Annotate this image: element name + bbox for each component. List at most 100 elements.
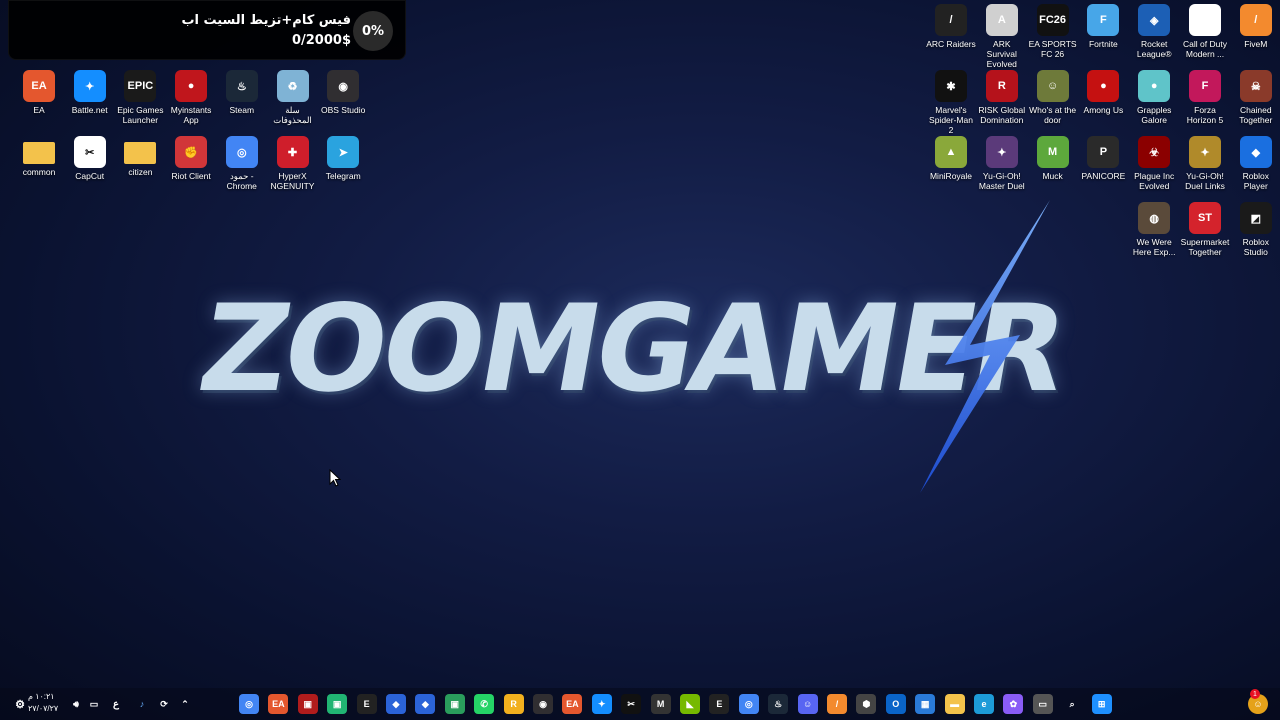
desktop-shortcut[interactable]: ◩ Roblox Studio xyxy=(1231,202,1280,257)
chrome-taskbar-icon[interactable]: ◎ xyxy=(239,694,259,714)
chevron-up-icon[interactable]: ⌃ xyxy=(175,694,195,714)
desktop-shortcut[interactable]: Call of Duty Modern ... xyxy=(1180,4,1230,59)
app-taskbar-icon[interactable]: ⬢ xyxy=(856,694,877,714)
notification-badge: 1 xyxy=(1250,689,1260,699)
desktop-shortcut[interactable]: ✦ Yu-Gi-Oh! Master Duel xyxy=(977,136,1027,191)
app-taskbar-icon[interactable]: ▣ xyxy=(444,694,465,714)
desktop-shortcut[interactable]: ☣ Plague Inc Evolved xyxy=(1129,136,1179,191)
desktop-shortcut[interactable]: ● Grapples Galore xyxy=(1129,70,1179,125)
desktop-shortcut[interactable]: ♨ Steam xyxy=(217,70,267,115)
yugioh-master-icon: ✦ xyxy=(985,136,1018,168)
desktop-shortcut[interactable]: FC26 EA SPORTS FC 26 xyxy=(1028,4,1078,59)
desktop-shortcut[interactable]: / ARC Raiders xyxy=(926,4,976,49)
folder-icon xyxy=(23,142,55,164)
chained-icon: ☠ xyxy=(1239,70,1272,102)
panicore-icon: P xyxy=(1087,136,1120,168)
roblox-taskbar-icon[interactable]: ◆ xyxy=(386,694,406,714)
desktop-shortcut[interactable]: A ARK Survival Evolved xyxy=(977,4,1027,69)
desktop-shortcut[interactable]: ◍ We Were Here Exp... xyxy=(1129,202,1179,257)
clock-time[interactable]: ١٠:٢١ م xyxy=(28,692,55,701)
app-taskbar-icon[interactable]: ▣ xyxy=(327,694,348,714)
desktop-shortcut[interactable]: P PANICORE xyxy=(1078,136,1128,181)
desktop-shortcut[interactable]: / FiveM xyxy=(1231,4,1280,49)
outlook-taskbar-icon[interactable]: O xyxy=(885,694,906,714)
roblox-studio-icon: ◩ xyxy=(1239,202,1272,234)
desktop-shortcut[interactable]: ◆ Roblox Player xyxy=(1231,136,1280,191)
capcut-taskbar-icon[interactable]: ✂ xyxy=(621,694,642,714)
edge-taskbar-icon[interactable]: e xyxy=(974,694,994,714)
desktop-shortcut[interactable]: ✦ Battle.net xyxy=(65,70,115,115)
desktop-shortcut[interactable]: ● Myinstants App xyxy=(166,70,216,125)
desktop-shortcut[interactable]: ✦ Yu-Gi-Oh! Duel Links xyxy=(1180,136,1230,191)
taskview-taskbar-icon[interactable]: ▭ xyxy=(1032,694,1053,714)
desktop-shortcut[interactable]: ☺ Who's at the door xyxy=(1028,70,1078,125)
desktop-shortcut-label: OBS Studio xyxy=(320,105,366,115)
copilot-taskbar-icon[interactable]: ✿ xyxy=(1003,694,1024,714)
taskbar: ⚙ ١٠:٢١ م ٢٧/٠٧/٢٧ 🔊︎ ▭ ع ♪ ⟳ ⌃ ◎ EA ▣ ▣ E ◆ ◆… xyxy=(0,688,1280,720)
search-icon[interactable]: ⌕ xyxy=(1062,694,1082,714)
supermarket-icon: ST xyxy=(1189,202,1221,234)
desktop-shortcut[interactable]: common xyxy=(14,136,64,177)
desktop-shortcut-label: Marvel's Spider-Man 2 xyxy=(929,105,973,135)
epic-taskbar-icon[interactable]: E xyxy=(356,694,377,714)
epic-taskbar-icon[interactable]: E xyxy=(709,694,730,714)
app-taskbar-icon[interactable]: ▣ xyxy=(297,694,318,714)
desktop-shortcut[interactable]: ● Among Us xyxy=(1078,70,1128,115)
desktop-shortcut[interactable]: ✱ Marvel's Spider-Man 2 xyxy=(926,70,976,135)
desktop-shortcut[interactable]: EPIC Epic Games Launcher xyxy=(115,70,165,125)
chrome-taskbar-icon[interactable]: ◎ xyxy=(738,694,759,714)
weather-icon[interactable]: ⚙ xyxy=(10,694,30,714)
desktop-shortcut[interactable]: ✚ HyperX NGENUITY xyxy=(268,136,318,191)
ea-taskbar-icon[interactable]: EA xyxy=(268,694,289,714)
desktop-shortcut-label: ARC Raiders xyxy=(926,39,976,49)
desktop-shortcut-label: Chained Together xyxy=(1239,105,1273,125)
desktop-shortcut[interactable]: ➤ Telegram xyxy=(318,136,368,181)
yugioh-links-icon: ✦ xyxy=(1189,136,1221,168)
sync-icon[interactable]: ⟳ xyxy=(154,694,174,714)
desktop-shortcut-label: حمود - Chrome xyxy=(226,171,257,191)
desktop-shortcut[interactable]: F Forza Horizon 5 xyxy=(1180,70,1230,125)
explorer-taskbar-icon[interactable]: ▬ xyxy=(944,694,965,714)
network-icon[interactable]: ▭ xyxy=(84,694,104,714)
nvidia-taskbar-icon[interactable]: ◣ xyxy=(680,694,700,714)
volume-icon[interactable]: 🔊︎ xyxy=(66,694,86,714)
desktop-shortcut[interactable]: ◎ حمود - Chrome xyxy=(217,136,267,191)
store-taskbar-icon[interactable]: ▦ xyxy=(915,694,936,714)
plague-icon: ☣ xyxy=(1138,136,1171,168)
forza-icon: F xyxy=(1189,70,1221,102)
roblox-taskbar-icon[interactable]: ◆ xyxy=(415,694,436,714)
chrome-icon: ◎ xyxy=(225,136,258,168)
ark-icon: A xyxy=(985,4,1018,36)
desktop-shortcut-label: Supermarket Together xyxy=(1180,237,1230,257)
desktop-shortcut[interactable]: ✊ Riot Client xyxy=(166,136,216,181)
desktop-shortcut[interactable]: EA EA xyxy=(14,70,64,115)
desktop-shortcut[interactable]: ♻ سلة المحذوفات xyxy=(268,70,318,125)
whatsapp-taskbar-icon[interactable]: ✆ xyxy=(474,694,495,714)
obs-taskbar-icon[interactable]: ◉ xyxy=(533,694,553,714)
battlenet-taskbar-icon[interactable]: ✦ xyxy=(591,694,612,714)
microphone-icon[interactable]: ♪ xyxy=(132,694,152,714)
desktop-shortcut[interactable]: citizen xyxy=(115,136,165,177)
riot-icon: ✊ xyxy=(175,136,208,168)
desktop-shortcut-label: Telegram xyxy=(325,171,361,181)
desktop-shortcut[interactable]: M Muck xyxy=(1028,136,1078,181)
input-language[interactable]: ع xyxy=(106,694,126,714)
rockstar-taskbar-icon[interactable]: R xyxy=(503,694,524,714)
discord-taskbar-icon[interactable]: ☺ xyxy=(797,694,818,714)
desktop-shortcut[interactable]: ▲ MiniRoyale xyxy=(926,136,976,181)
desktop-shortcut-label: ARK Survival Evolved xyxy=(986,39,1017,69)
windows-start-icon[interactable]: ⊞ xyxy=(1091,694,1112,714)
desktop-shortcut[interactable]: ST Supermarket Together xyxy=(1180,202,1230,257)
desktop-shortcut[interactable]: ◈ Rocket League® xyxy=(1129,4,1179,59)
desktop-shortcut[interactable]: ✂ CapCut xyxy=(65,136,115,181)
desktop-shortcut[interactable]: ☠ Chained Together xyxy=(1231,70,1280,125)
desktop-shortcut[interactable]: ◉ OBS Studio xyxy=(318,70,368,115)
fivem-taskbar-icon[interactable]: / xyxy=(827,694,847,714)
desktop-shortcut[interactable]: R RISK Global Domination xyxy=(977,70,1027,125)
app-taskbar-icon[interactable]: M xyxy=(650,694,671,714)
clock-date[interactable]: ٢٧/٠٧/٢٧ xyxy=(28,704,58,713)
ea-taskbar-icon[interactable]: EA xyxy=(562,694,583,714)
steam-taskbar-icon[interactable]: ♨ xyxy=(768,694,789,714)
desktop-shortcut-label: سلة المحذوفات xyxy=(273,105,312,125)
desktop-shortcut[interactable]: F Fortnite xyxy=(1078,4,1128,49)
